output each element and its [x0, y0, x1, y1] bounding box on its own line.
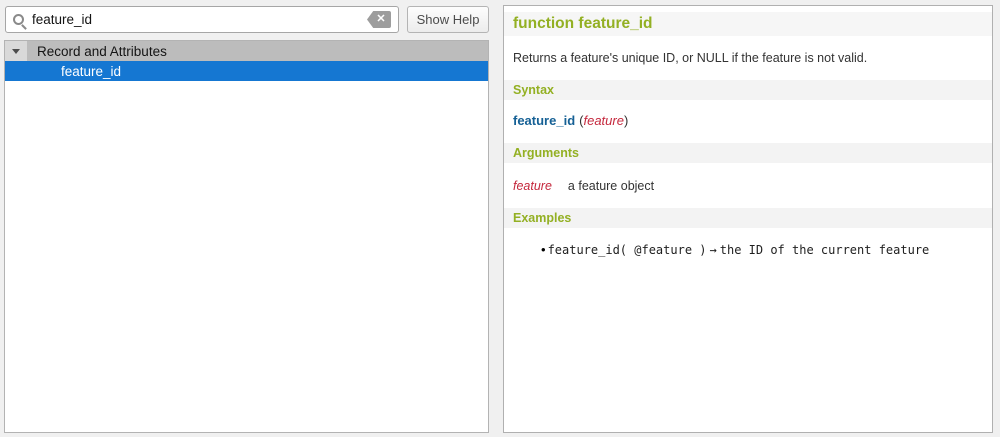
arrow-right-icon: →: [710, 243, 717, 257]
tree-item-feature-id[interactable]: feature_id: [5, 61, 488, 81]
clear-search-glyph: ✕: [372, 14, 385, 25]
syntax-signature: feature_id(feature): [513, 113, 983, 128]
argument-description: a feature object: [568, 179, 654, 193]
argument-row: feature a feature object: [513, 179, 983, 193]
syntax-function-name: feature_id: [513, 113, 575, 128]
syntax-heading: Syntax: [504, 80, 992, 100]
show-help-button[interactable]: Show Help: [407, 6, 489, 33]
function-search-box[interactable]: ✕: [5, 6, 399, 33]
help-title-band: function feature_id: [504, 12, 992, 36]
group-expander[interactable]: [5, 41, 27, 61]
function-description: Returns a feature's unique ID, or NULL i…: [513, 51, 983, 65]
help-title: function feature_id: [513, 15, 653, 32]
example-code: feature_id( @feature ): [548, 243, 707, 257]
function-help-panel: function feature_id Returns a feature's …: [503, 5, 993, 433]
function-tree: Record and Attributes feature_id: [4, 40, 489, 433]
search-icon: [13, 14, 24, 25]
clear-search-icon[interactable]: ✕: [367, 11, 391, 28]
example-result: the ID of the current feature: [720, 243, 930, 257]
chevron-down-icon: [12, 49, 20, 54]
arguments-heading: Arguments: [504, 143, 992, 163]
tree-group-label: Record and Attributes: [27, 41, 488, 61]
tree-group-record-and-attributes[interactable]: Record and Attributes: [5, 41, 488, 61]
bullet-icon: •: [541, 242, 546, 257]
example-item: • feature_id( @feature ) → the ID of the…: [541, 242, 983, 257]
search-input[interactable]: [24, 12, 367, 27]
syntax-argument: feature: [583, 113, 623, 128]
syntax-close-paren: ): [624, 113, 628, 128]
argument-name: feature: [513, 179, 552, 193]
search-toolbar: ✕ Show Help: [5, 6, 489, 34]
examples-heading: Examples: [504, 208, 992, 228]
